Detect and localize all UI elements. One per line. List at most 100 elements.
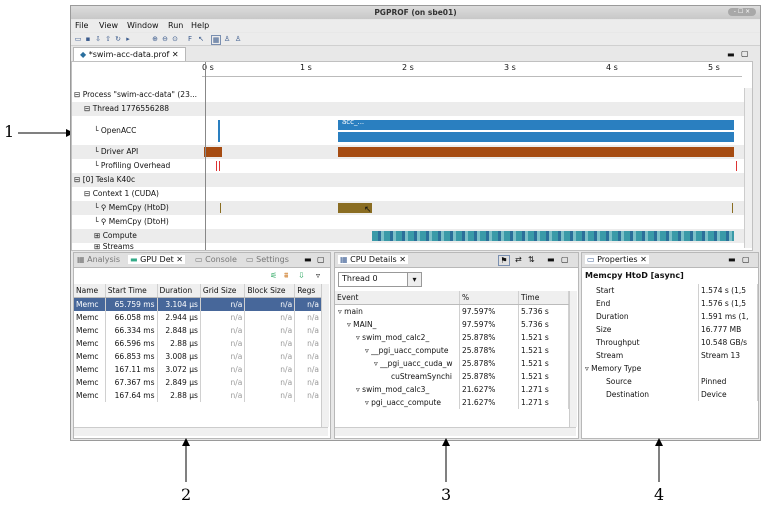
expand-arrow-icon[interactable]: ▿	[356, 333, 360, 342]
col-start-time[interactable]: Start Time	[105, 284, 158, 298]
openacc-bar-top[interactable]	[338, 120, 734, 130]
table-row[interactable]: Memc 66.058 ms 2.944 µs n/a n/a n/a	[74, 311, 322, 324]
window-controls[interactable]: - ☐ ×	[728, 8, 756, 16]
timeline-row-compute[interactable]: ⊞ Compute	[72, 229, 752, 243]
table-row[interactable]: Memc 167.64 ms 2.88 µs n/a n/a n/a	[74, 389, 322, 402]
property-row[interactable]: Destination Device	[582, 388, 758, 401]
timeline-row-openacc[interactable]: └ OpenACC acc_...	[72, 118, 752, 144]
property-row[interactable]: End 1.576 s (1,5	[582, 297, 758, 310]
expand-arrow-icon[interactable]: ▿	[585, 364, 589, 373]
filter-icon[interactable]: ⚟	[270, 271, 277, 280]
run-icon[interactable]: ▸	[124, 35, 132, 43]
import-icon[interactable]: ⇩	[94, 35, 102, 43]
tab-gpu-details[interactable]: ▬ GPU Det ✕	[128, 255, 185, 264]
memcpy-htod-mark[interactable]	[220, 203, 221, 213]
tab-settings[interactable]: ▭ Settings	[246, 255, 289, 264]
collapse-icon[interactable]: ⇅	[528, 255, 535, 264]
tree-row[interactable]: ▿ __pgi_uacc_cuda_w 25.878% 1.521 s	[335, 357, 569, 370]
driver-api-init-bar[interactable]	[204, 147, 222, 157]
cpu-details-hscrollbar[interactable]	[335, 427, 576, 436]
col-percent[interactable]: %	[459, 291, 519, 305]
cpu-details-vscrollbar[interactable]	[569, 291, 577, 427]
expand-arrow-icon[interactable]: ▿	[365, 346, 369, 355]
timeline-view[interactable]: 0 s 1 s 2 s 3 s 4 s 5 s ⊟ Process "swim-…	[71, 61, 753, 251]
chevron-down-icon[interactable]: ▾	[407, 273, 421, 286]
tree-row[interactable]: ▿ swim_mod_calc3_ 21.627% 1.271 s	[335, 383, 569, 396]
sort-icon[interactable]: ⩩	[284, 271, 288, 281]
menu-help[interactable]: Help	[191, 21, 209, 30]
gpu-details-vscrollbar[interactable]	[321, 284, 329, 427]
tree-row[interactable]: ▿ swim_mod_calc2_ 25.878% 1.521 s	[335, 331, 569, 344]
menu-run[interactable]: Run	[168, 21, 183, 30]
thread-select[interactable]: Thread 0 ▾	[338, 272, 422, 287]
zoom-in-icon[interactable]: ⊕	[151, 35, 159, 43]
timeline-row-process[interactable]: ⊟ Process "swim-acc-data" (23...	[72, 88, 752, 102]
filter-icon[interactable]: F	[186, 35, 194, 43]
timeline-row-context[interactable]: ⊟ Context 1 (CUDA)	[72, 187, 752, 201]
property-row[interactable]: Size 16.777 MB	[582, 323, 758, 336]
property-row[interactable]: ▿ Memory Type	[582, 362, 758, 375]
editor-tab[interactable]: ◆ *swim-acc-data.prof ✕	[73, 47, 186, 61]
expand-arrow-icon[interactable]: ▿	[347, 320, 351, 329]
cursor-icon[interactable]: ↖	[197, 35, 205, 43]
new-session-icon[interactable]: ▭	[74, 35, 82, 43]
col-name[interactable]: Name	[74, 284, 106, 298]
property-row[interactable]: Duration 1.591 ms (1,	[582, 310, 758, 323]
view-menu-icon[interactable]: ▿	[316, 271, 320, 280]
property-row[interactable]: Start 1.574 s (1,5	[582, 284, 758, 297]
save-icon[interactable]: ▪	[84, 35, 92, 43]
minimize-icon[interactable]: ▬	[304, 255, 312, 264]
tree-row[interactable]: cuStreamSynchi 25.878% 1.521 s	[335, 370, 569, 383]
timeline-row-thread[interactable]: ⊟ Thread 1776556288	[72, 102, 752, 116]
property-row[interactable]: Throughput 10.548 GB/s	[582, 336, 758, 349]
maximize-icon[interactable]: ▢	[742, 255, 750, 264]
zoom-out-icon[interactable]: ⊖	[161, 35, 169, 43]
maximize-icon[interactable]: ▢	[741, 49, 749, 58]
refresh-icon[interactable]: ↻	[114, 35, 122, 43]
tree-row[interactable]: ▿ __pgi_uacc_compute 25.878% 1.521 s	[335, 344, 569, 357]
overhead-mark[interactable]	[216, 161, 217, 171]
property-row[interactable]: Source Pinned	[582, 375, 758, 388]
expand-arrow-icon[interactable]: ▿	[338, 307, 342, 316]
menu-view[interactable]: View	[99, 21, 118, 30]
overhead-mark[interactable]	[736, 161, 737, 171]
col-time[interactable]: Time	[518, 291, 569, 305]
table-row[interactable]: Memc 65.759 ms 3.104 µs n/a n/a n/a	[74, 297, 322, 311]
memcpy-htod-mark[interactable]	[732, 203, 733, 213]
table-row[interactable]: Memc 66.334 ms 2.848 µs n/a n/a n/a	[74, 324, 322, 337]
layout-icon[interactable]: ▦	[211, 35, 221, 45]
tab-analysis[interactable]: ▦ Analysis	[77, 255, 120, 264]
expand-icon[interactable]: ⇄	[515, 255, 522, 264]
openacc-init-bar[interactable]	[218, 120, 220, 142]
table-row[interactable]: Memc 167.11 ms 3.072 µs n/a n/a n/a	[74, 363, 322, 376]
driver-api-bar[interactable]	[338, 147, 734, 157]
tree-view-icon[interactable]: ⚑	[498, 255, 510, 266]
minimize-icon[interactable]: ▬	[727, 50, 735, 59]
timeline-row-profiling-overhead[interactable]: └ Profiling Overhead	[72, 159, 752, 173]
menu-file[interactable]: File	[75, 21, 88, 30]
table-row[interactable]: Memc 66.853 ms 3.008 µs n/a n/a n/a	[74, 350, 322, 363]
timeline-row-memcpy-dtoh[interactable]: └ ⚲ MemCpy (DtoH)	[72, 215, 752, 229]
col-grid-size[interactable]: Grid Size	[200, 284, 246, 298]
maximize-icon[interactable]: ▢	[317, 255, 325, 264]
ungroup-icon[interactable]: ♙	[234, 35, 242, 43]
export-icon[interactable]: ⇩	[298, 271, 305, 280]
expand-arrow-icon[interactable]: ▿	[356, 385, 360, 394]
tree-row[interactable]: ▿ MAIN_ 97.597% 5.736 s	[335, 318, 569, 331]
col-event[interactable]: Event	[335, 291, 460, 305]
col-regs[interactable]: Regs	[294, 284, 322, 298]
timeline-row-streams[interactable]: ⊞ Streams	[72, 242, 752, 251]
maximize-icon[interactable]: ▢	[561, 255, 569, 264]
tab-cpu-details[interactable]: ▦ CPU Details ✕	[338, 255, 408, 264]
export-icon[interactable]: ⇧	[104, 35, 112, 43]
menu-window[interactable]: Window	[127, 21, 159, 30]
col-block-size[interactable]: Block Size	[244, 284, 296, 298]
timeline-row-driver-api[interactable]: └ Driver API	[72, 145, 752, 159]
expand-arrow-icon[interactable]: ▿	[374, 359, 378, 368]
tree-row[interactable]: ▿ pgi_uacc_compute 21.627% 1.271 s	[335, 396, 569, 409]
openacc-bar-bottom[interactable]	[338, 132, 734, 142]
gpu-details-hscrollbar[interactable]	[74, 427, 328, 436]
overhead-mark[interactable]	[219, 161, 220, 171]
col-duration[interactable]: Duration	[157, 284, 201, 298]
tab-console[interactable]: ▭ Console	[195, 255, 237, 264]
